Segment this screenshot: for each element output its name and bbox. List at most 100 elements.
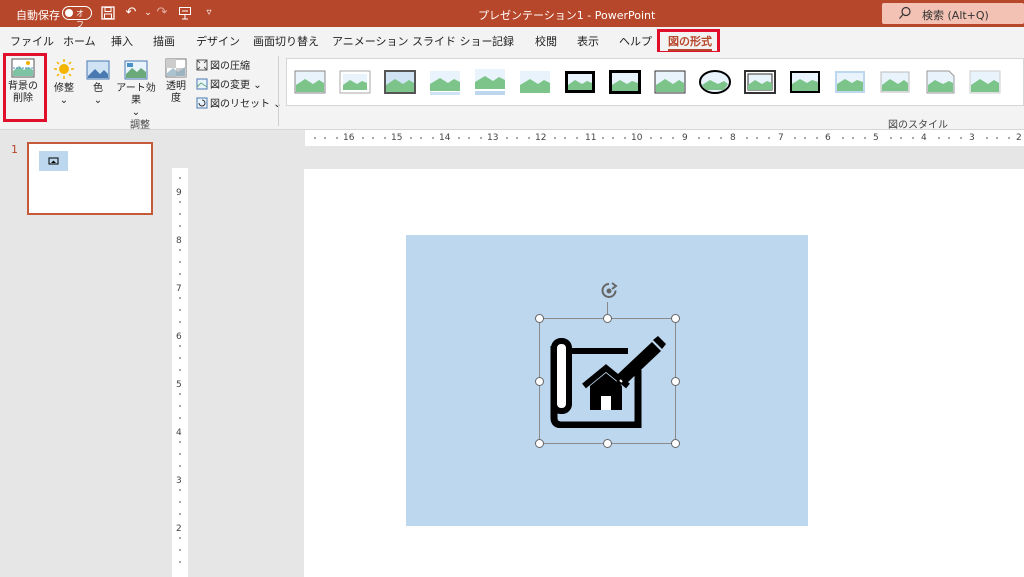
- compress-label: 図の圧縮: [210, 61, 250, 72]
- transparency-line2: 度: [171, 93, 181, 104]
- tab-insert[interactable]: 挿入: [111, 33, 133, 49]
- picture-style-11[interactable]: [743, 67, 777, 97]
- chevron-down-icon: ⌄: [253, 80, 262, 91]
- search-box[interactable]: 検索 (Alt+Q): [882, 3, 1024, 24]
- undo-icon[interactable]: ↶: [124, 6, 138, 20]
- selection-frame[interactable]: [535, 314, 680, 448]
- ruler-label: 3: [176, 476, 182, 486]
- slide-canvas[interactable]: [304, 169, 1024, 577]
- reset-picture-button[interactable]: 図のリセット ⌄: [196, 95, 282, 110]
- art-effects-icon: [124, 60, 148, 80]
- tab-design[interactable]: デザイン: [196, 33, 240, 49]
- transparency-button[interactable]: 透明 度: [163, 58, 189, 105]
- picture-style-1[interactable]: [293, 67, 327, 97]
- compress-icon: [196, 59, 208, 71]
- resize-handle-bottom[interactable]: [603, 439, 612, 448]
- picture-style-3[interactable]: [383, 67, 417, 97]
- picture-style-2[interactable]: [338, 67, 372, 97]
- resize-handle-right[interactable]: [671, 377, 680, 386]
- corrections-button[interactable]: 修整 ⌄: [52, 58, 76, 107]
- reset-picture-icon: [196, 97, 208, 109]
- ruler-label: 10: [631, 133, 643, 143]
- picture-style-14[interactable]: [878, 67, 912, 97]
- ruler-label: 8: [176, 236, 182, 246]
- tab-transitions[interactable]: 画面切り替え: [253, 33, 319, 49]
- resize-handle-bottom-left[interactable]: [535, 439, 544, 448]
- art-effects-button[interactable]: アート効果 ⌄: [114, 60, 158, 119]
- color-label: 色: [93, 83, 103, 94]
- change-picture-icon: [196, 78, 208, 90]
- tab-slideshow[interactable]: スライド ショー: [412, 33, 493, 49]
- slide-number: 1: [11, 143, 18, 156]
- search-icon: [899, 6, 911, 19]
- picture-style-16[interactable]: [968, 67, 1002, 97]
- ruler-label: 15: [391, 133, 403, 143]
- picture-style-9[interactable]: [653, 67, 687, 97]
- picture-style-5[interactable]: [473, 67, 507, 97]
- color-button[interactable]: 色 ⌄: [85, 60, 111, 107]
- horizontal-ruler: 16 15 14 13 12 11 10 9 8 7 6 5 4 3 2: [305, 130, 1024, 146]
- picture-style-10[interactable]: [698, 67, 732, 97]
- group-label-picture-styles: 図のスタイル: [888, 120, 948, 131]
- ruler-label: 13: [487, 133, 499, 143]
- highlight-box-remove-bg: [3, 53, 47, 122]
- toggle-knob: [65, 9, 73, 17]
- present-icon[interactable]: [178, 6, 192, 20]
- ruler-label: 6: [825, 133, 831, 143]
- ruler-label: 9: [682, 133, 688, 143]
- slide-thumbnail[interactable]: [27, 142, 153, 215]
- autosave-label: 自動保存: [16, 9, 60, 22]
- sun-icon: [54, 59, 74, 79]
- ruler-label: 7: [778, 133, 784, 143]
- house-blueprint-icon: [550, 336, 666, 428]
- reset-picture-label: 図のリセット: [210, 99, 270, 110]
- picture-style-15[interactable]: [923, 67, 957, 97]
- transparency-icon: [165, 58, 187, 78]
- tab-record[interactable]: 記録: [492, 33, 514, 49]
- rotate-icon[interactable]: [599, 281, 619, 301]
- resize-handle-left[interactable]: [535, 377, 544, 386]
- picture-styles-gallery: [286, 58, 1024, 106]
- ruler-label: 14: [439, 133, 451, 143]
- tab-home[interactable]: ホーム: [63, 33, 96, 49]
- compress-pictures-button[interactable]: 図の圧縮: [196, 57, 250, 72]
- autosave-toggle[interactable]: オフ: [62, 6, 92, 29]
- tab-help[interactable]: ヘルプ: [619, 33, 652, 49]
- chevron-down-icon: ⌄: [93, 95, 103, 106]
- resize-handle-top[interactable]: [603, 314, 612, 323]
- resize-handle-bottom-right[interactable]: [671, 439, 680, 448]
- ruler-label: 8: [730, 133, 736, 143]
- change-picture-button[interactable]: 図の変更 ⌄: [196, 76, 262, 91]
- ruler-label: 11: [585, 133, 597, 143]
- customize-qat-icon[interactable]: ▿: [202, 6, 216, 20]
- picture-style-8[interactable]: [608, 67, 642, 97]
- redo-icon[interactable]: ↷: [155, 6, 169, 20]
- document-title: プレゼンテーション1 - PowerPoint: [478, 9, 656, 22]
- ribbon: 背景の 削除 修整 ⌄ 色 ⌄ アート効果 ⌄ 透明 度 図の圧縮 図の変更 ⌄…: [0, 52, 1024, 131]
- picture-style-12[interactable]: [788, 67, 822, 97]
- ruler-label: 12: [535, 133, 547, 143]
- undo-dropdown-icon[interactable]: ⌄: [141, 6, 155, 20]
- picture-style-13[interactable]: [833, 67, 867, 97]
- ruler-label: 6: [176, 332, 182, 342]
- ruler-label: 2: [176, 524, 182, 534]
- title-bar: 自動保存 オフ ↶ ⌄ ↷ ▿ プレゼンテーション1 - PowerPoint …: [0, 0, 1024, 29]
- tab-draw[interactable]: 描画: [153, 33, 175, 49]
- picture-style-4[interactable]: [428, 67, 462, 97]
- corrections-label: 修整: [54, 83, 74, 94]
- picture-style-7[interactable]: [563, 67, 597, 97]
- resize-handle-top-right[interactable]: [671, 314, 680, 323]
- tab-review[interactable]: 校閲: [535, 33, 557, 49]
- resize-handle-top-left[interactable]: [535, 314, 544, 323]
- chevron-down-icon: ⌄: [59, 95, 69, 106]
- art-effects-label: アート効果: [116, 83, 156, 106]
- save-icon[interactable]: [101, 6, 115, 20]
- tab-animations[interactable]: アニメーション: [332, 33, 409, 49]
- tab-file[interactable]: ファイル: [10, 33, 54, 49]
- ruler-ticks: [179, 177, 181, 563]
- slide-thumbnail-picture: [39, 151, 68, 171]
- ruler-label: 5: [176, 380, 182, 390]
- picture-style-6[interactable]: [518, 67, 552, 97]
- tab-view[interactable]: 表示: [577, 33, 599, 49]
- ruler-label: 9: [176, 188, 182, 198]
